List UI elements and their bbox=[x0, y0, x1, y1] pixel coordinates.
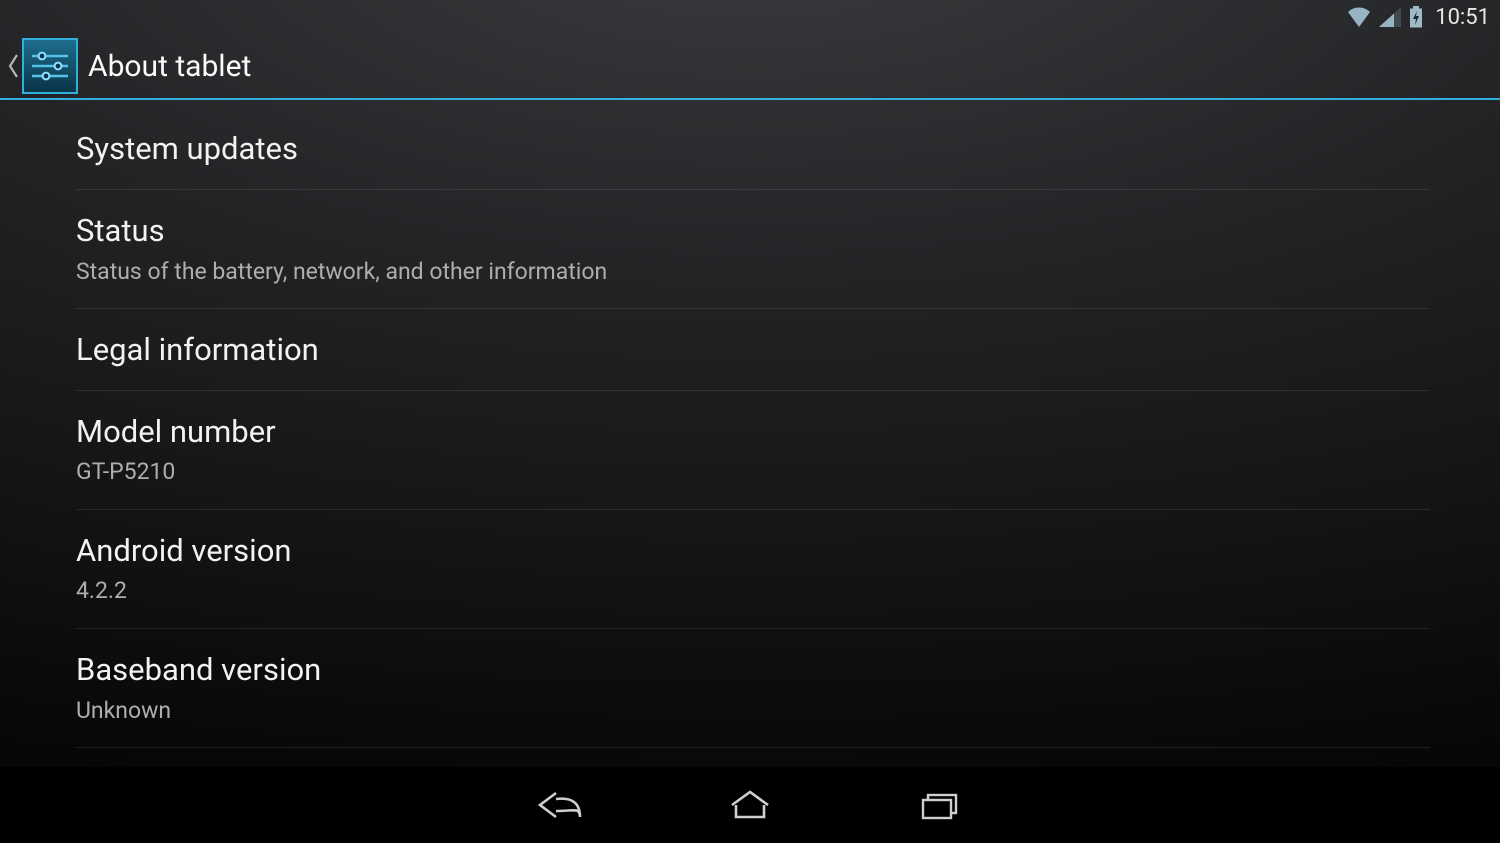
page-title: About tablet bbox=[88, 49, 251, 84]
pref-android-version[interactable]: Android version 4.2.2 bbox=[76, 510, 1430, 629]
settings-app-icon[interactable] bbox=[22, 38, 78, 94]
wifi-icon bbox=[1347, 7, 1371, 27]
pref-title: Model number bbox=[76, 413, 1430, 452]
pref-baseband-version[interactable]: Baseband version Unknown bbox=[76, 629, 1430, 748]
settings-list[interactable]: System updates Status Status of the batt… bbox=[0, 102, 1500, 767]
pref-title: Android version bbox=[76, 532, 1430, 571]
pref-summary: Unknown bbox=[76, 694, 1430, 727]
pref-summary: 4.2.2 bbox=[76, 574, 1430, 607]
pref-model-number[interactable]: Model number GT-P5210 bbox=[76, 391, 1430, 510]
pref-system-updates[interactable]: System updates bbox=[76, 102, 1430, 190]
pref-summary: Status of the battery, network, and othe… bbox=[76, 255, 1430, 288]
status-bar[interactable]: 10:51 bbox=[0, 0, 1500, 34]
pref-kernel-version[interactable]: Kernel version 3.4.80+ dxu@mv-dev1 #528 … bbox=[76, 748, 1430, 767]
action-bar: About tablet bbox=[0, 34, 1500, 100]
pref-title: System updates bbox=[76, 130, 1430, 169]
nav-back-button[interactable] bbox=[530, 775, 590, 835]
pref-title: Baseband version bbox=[76, 651, 1430, 690]
pref-legal-information[interactable]: Legal information bbox=[76, 309, 1430, 391]
battery-charging-icon bbox=[1409, 6, 1423, 28]
pref-title: Legal information bbox=[76, 331, 1430, 370]
nav-home-button[interactable] bbox=[720, 775, 780, 835]
screen-root: 10:51 About tablet System updates St bbox=[0, 0, 1500, 843]
navigation-bar bbox=[0, 767, 1500, 843]
pref-summary: GT-P5210 bbox=[76, 455, 1430, 488]
back-button[interactable] bbox=[6, 51, 20, 81]
nav-recent-apps-button[interactable] bbox=[910, 775, 970, 835]
status-clock: 10:51 bbox=[1435, 5, 1490, 30]
signal-icon bbox=[1379, 7, 1401, 27]
pref-title: Status bbox=[76, 212, 1430, 251]
pref-status[interactable]: Status Status of the battery, network, a… bbox=[76, 190, 1430, 309]
